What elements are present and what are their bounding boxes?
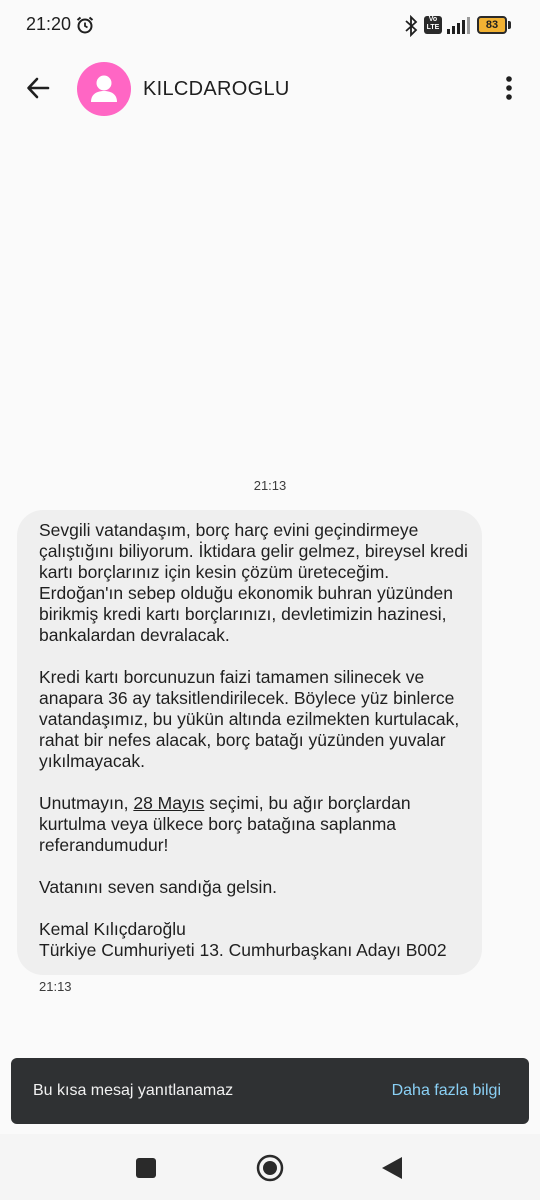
signature-title: Türkiye Cumhuriyeti 13. Cumhurbaşkanı Ad… bbox=[39, 940, 447, 960]
snackbar-text: Bu kısa mesaj yanıtlanamaz bbox=[33, 1082, 234, 1099]
contact-name[interactable]: KILCDAROGLU bbox=[143, 78, 290, 101]
recents-square-icon[interactable] bbox=[132, 1154, 160, 1182]
battery-tip bbox=[508, 21, 511, 29]
message-paragraph: Unutmayın, 28 Mayıs seçimi, bu ağır borç… bbox=[39, 793, 468, 856]
navigation-bar bbox=[0, 1134, 540, 1200]
signal-icon bbox=[447, 17, 470, 34]
avatar[interactable] bbox=[77, 62, 131, 116]
status-time: 21:20 bbox=[26, 14, 72, 34]
bluetooth-icon bbox=[405, 15, 418, 37]
date-link[interactable]: 28 Mayıs bbox=[133, 793, 204, 813]
home-circle-icon[interactable] bbox=[256, 1154, 284, 1182]
signature-name: Kemal Kılıçdaroğlu bbox=[39, 919, 186, 939]
message-text: Unutmayın, bbox=[39, 793, 134, 813]
more-options-button[interactable] bbox=[494, 68, 524, 108]
message-paragraph: Sevgili vatandaşım, borç harç evini geçi… bbox=[39, 520, 468, 645]
message-paragraph: Kredi kartı borcunuzun faizi tamamen sil… bbox=[39, 667, 460, 771]
person-icon bbox=[91, 75, 117, 102]
message-signature: Kemal Kılıçdaroğlu Türkiye Cumhuriyeti 13… bbox=[39, 919, 468, 961]
message-timestamp-header: 21:13 bbox=[253, 478, 287, 493]
message-paragraph: Vatanını seven sandığa gelsin. bbox=[39, 877, 278, 897]
battery-icon: 83 bbox=[477, 16, 507, 34]
learn-more-button[interactable]: Daha fazla bilgi bbox=[392, 1082, 501, 1100]
message-timestamp: 21:13 bbox=[39, 979, 72, 994]
status-bar: 21:20 Vo LTE 83 bbox=[0, 0, 540, 52]
snackbar: Bu kısa mesaj yanıtlanamaz Daha fazla bi… bbox=[11, 1058, 529, 1124]
app-bar: KILCDAROGLU bbox=[0, 52, 540, 128]
more-vert-icon bbox=[506, 76, 512, 100]
back-arrow-icon bbox=[27, 77, 50, 99]
back-button[interactable] bbox=[18, 68, 58, 108]
back-triangle-icon[interactable] bbox=[378, 1154, 406, 1182]
volte-icon: Vo LTE bbox=[424, 16, 442, 34]
alarm-icon bbox=[76, 16, 94, 34]
message-bubble[interactable]: Sevgili vatandaşım, borç harç evini geçi… bbox=[17, 510, 482, 975]
